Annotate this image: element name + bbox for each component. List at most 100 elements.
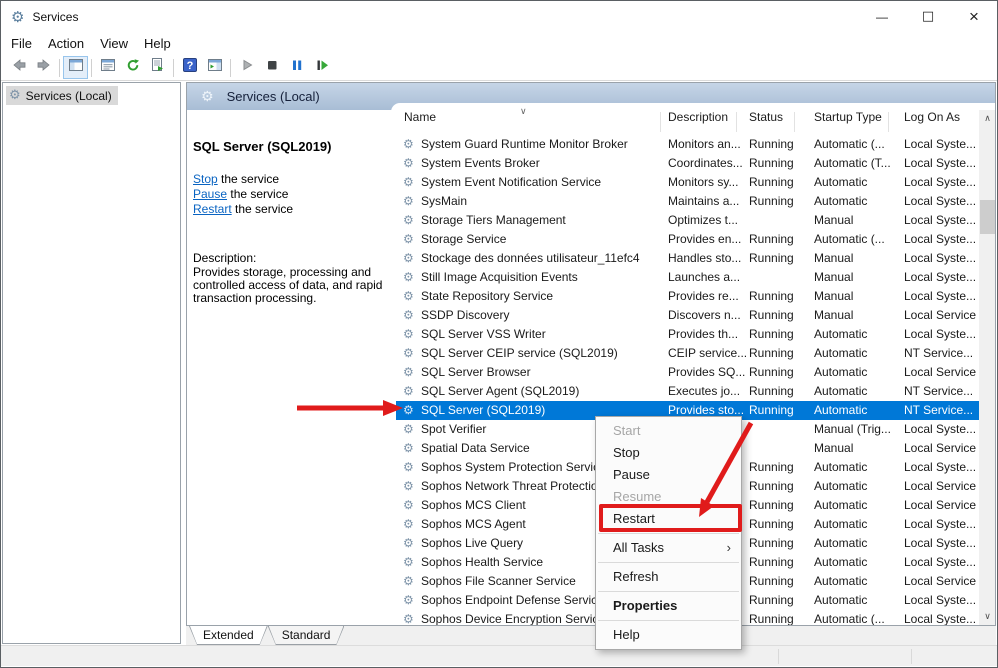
- service-gear-icon: ⚙: [403, 268, 414, 287]
- service-description: Handles sto...: [668, 249, 741, 268]
- column-header-description[interactable]: Description: [668, 110, 728, 133]
- service-status: Running: [749, 154, 794, 173]
- list-scrollbar[interactable]: ∧ ∨: [979, 110, 996, 625]
- refresh-icon: [125, 57, 141, 78]
- service-name: Spatial Data Service: [421, 439, 530, 458]
- service-description: Coordinates...: [668, 154, 743, 173]
- service-row[interactable]: ⚙ System Event Notification Service Moni…: [396, 173, 979, 192]
- pause-service-button[interactable]: [284, 56, 309, 79]
- selected-service-title: SQL Server (SQL2019): [193, 139, 332, 154]
- service-log-on-as: Local Service: [904, 439, 976, 458]
- context-menu-item-properties[interactable]: Properties: [596, 595, 741, 617]
- tab-standard[interactable]: Standard: [268, 626, 345, 645]
- service-gear-icon: ⚙: [403, 287, 414, 306]
- pause-service-icon: [289, 57, 305, 78]
- service-startup-type: Automatic: [814, 458, 867, 477]
- service-startup-type: Automatic: [814, 515, 867, 534]
- service-startup-type: Manual: [814, 287, 853, 306]
- back-button[interactable]: [6, 56, 31, 79]
- context-menu-item-resume[interactable]: Resume: [596, 486, 741, 508]
- service-name: Sophos System Protection Service: [421, 458, 606, 477]
- service-name: Sophos MCS Client: [421, 496, 526, 515]
- start-service-button[interactable]: [234, 56, 259, 79]
- service-startup-type: Automatic: [814, 496, 867, 515]
- column-header-startup-type[interactable]: Startup Type: [814, 110, 882, 133]
- service-gear-icon: ⚙: [403, 534, 414, 553]
- service-startup-type: Manual: [814, 211, 853, 230]
- show-console-tree-button[interactable]: [63, 56, 88, 79]
- service-status: Running: [749, 344, 794, 363]
- service-name: Storage Service: [421, 230, 506, 249]
- scrollbar-thumb[interactable]: [980, 200, 995, 234]
- context-menu-item-start[interactable]: Start: [596, 420, 741, 442]
- context-menu-item-pause[interactable]: Pause: [596, 464, 741, 486]
- column-header-name[interactable]: Name: [404, 110, 436, 133]
- service-row[interactable]: ⚙ Storage Service Provides en... Running…: [396, 230, 979, 249]
- service-status: Running: [749, 401, 794, 420]
- context-menu-item-help[interactable]: Help: [596, 624, 741, 646]
- scroll-up-icon[interactable]: ∧: [979, 110, 996, 127]
- service-status: Running: [749, 591, 794, 610]
- service-name: Sophos Endpoint Defense Service: [421, 591, 604, 610]
- toolbar: ?: [1, 55, 997, 81]
- service-gear-icon: ⚙: [403, 477, 414, 496]
- context-menu-item-stop[interactable]: Stop: [596, 442, 741, 464]
- service-status: Running: [749, 287, 794, 306]
- sort-descending-icon: ∨: [520, 107, 527, 117]
- context-menu-separator: [598, 562, 739, 563]
- service-log-on-as: Local Syste...: [904, 325, 976, 344]
- service-startup-type: Manual (Trig...: [814, 420, 891, 439]
- menubar-item[interactable]: Help: [136, 36, 179, 51]
- service-row[interactable]: ⚙ Storage Tiers Management Optimizes t..…: [396, 211, 979, 230]
- restart-service-line: Restart the service: [193, 202, 293, 217]
- service-log-on-as: Local Syste...: [904, 173, 976, 192]
- service-row[interactable]: ⚙ Stockage des données utilisateur_11efc…: [396, 249, 979, 268]
- service-row[interactable]: ⚙ System Events Broker Coordinates... Ru…: [396, 154, 979, 173]
- help-button[interactable]: ?: [177, 56, 202, 79]
- tab-extended[interactable]: Extended: [189, 626, 268, 645]
- service-row[interactable]: ⚙ Still Image Acquisition Events Launche…: [396, 268, 979, 287]
- service-row[interactable]: ⚙ SQL Server Agent (SQL2019) Executes jo…: [396, 382, 979, 401]
- service-row[interactable]: ⚙ SQL Server CEIP service (SQL2019) CEIP…: [396, 344, 979, 363]
- window-controls: — □ ×: [859, 1, 997, 32]
- service-log-on-as: Local Service: [904, 572, 976, 591]
- restart-service-button[interactable]: [309, 56, 334, 79]
- status-bar: [1, 645, 997, 666]
- show-action-pane-button[interactable]: [202, 56, 227, 79]
- context-menu-item-all-tasks[interactable]: All Tasks ›: [596, 537, 741, 559]
- service-row[interactable]: ⚙ SSDP Discovery Discovers n... Running …: [396, 306, 979, 325]
- context-menu-item-label: All Tasks: [613, 540, 664, 555]
- scroll-down-icon[interactable]: ∨: [979, 608, 996, 625]
- export-list-button[interactable]: [145, 56, 170, 79]
- service-row[interactable]: ⚙ SQL Server VSS Writer Provides th... R…: [396, 325, 979, 344]
- toolbar-separator: [91, 59, 92, 77]
- service-row[interactable]: ⚙ State Repository Service Provides re..…: [396, 287, 979, 306]
- service-gear-icon: ⚙: [403, 230, 414, 249]
- service-row[interactable]: ⚙ SQL Server Browser Provides SQ... Runn…: [396, 363, 979, 382]
- service-row[interactable]: ⚙ System Guard Runtime Monitor Broker Mo…: [396, 135, 979, 154]
- maximize-button[interactable]: □: [905, 1, 951, 32]
- service-startup-type: Manual: [814, 306, 853, 325]
- minimize-button[interactable]: —: [859, 1, 905, 32]
- tree-item-label: Services (Local): [26, 89, 112, 103]
- restart-service-link[interactable]: Restart: [193, 202, 232, 216]
- stop-service-link[interactable]: Stop: [193, 172, 218, 186]
- close-button[interactable]: ×: [951, 1, 997, 32]
- menubar-item[interactable]: View: [92, 36, 136, 51]
- service-log-on-as: Local Syste...: [904, 230, 976, 249]
- context-menu-item-restart[interactable]: Restart: [596, 508, 741, 530]
- properties-toolbar-button[interactable]: [95, 56, 120, 79]
- refresh-button[interactable]: [120, 56, 145, 79]
- menubar-item[interactable]: File: [3, 36, 40, 51]
- forward-button[interactable]: [31, 56, 56, 79]
- column-header-log-on-as[interactable]: Log On As: [904, 110, 960, 133]
- tree-item-services-local[interactable]: ⚙ Services (Local): [6, 86, 118, 105]
- pause-service-link[interactable]: Pause: [193, 187, 227, 201]
- service-row[interactable]: ⚙ SysMain Maintains a... Running Automat…: [396, 192, 979, 211]
- context-menu-item-refresh[interactable]: Refresh: [596, 566, 741, 588]
- stop-service-button[interactable]: [259, 56, 284, 79]
- column-header-status[interactable]: Status: [749, 110, 783, 133]
- service-name: Still Image Acquisition Events: [421, 268, 578, 287]
- menubar-item[interactable]: Action: [40, 36, 92, 51]
- context-menu-item-label: Start: [613, 423, 640, 438]
